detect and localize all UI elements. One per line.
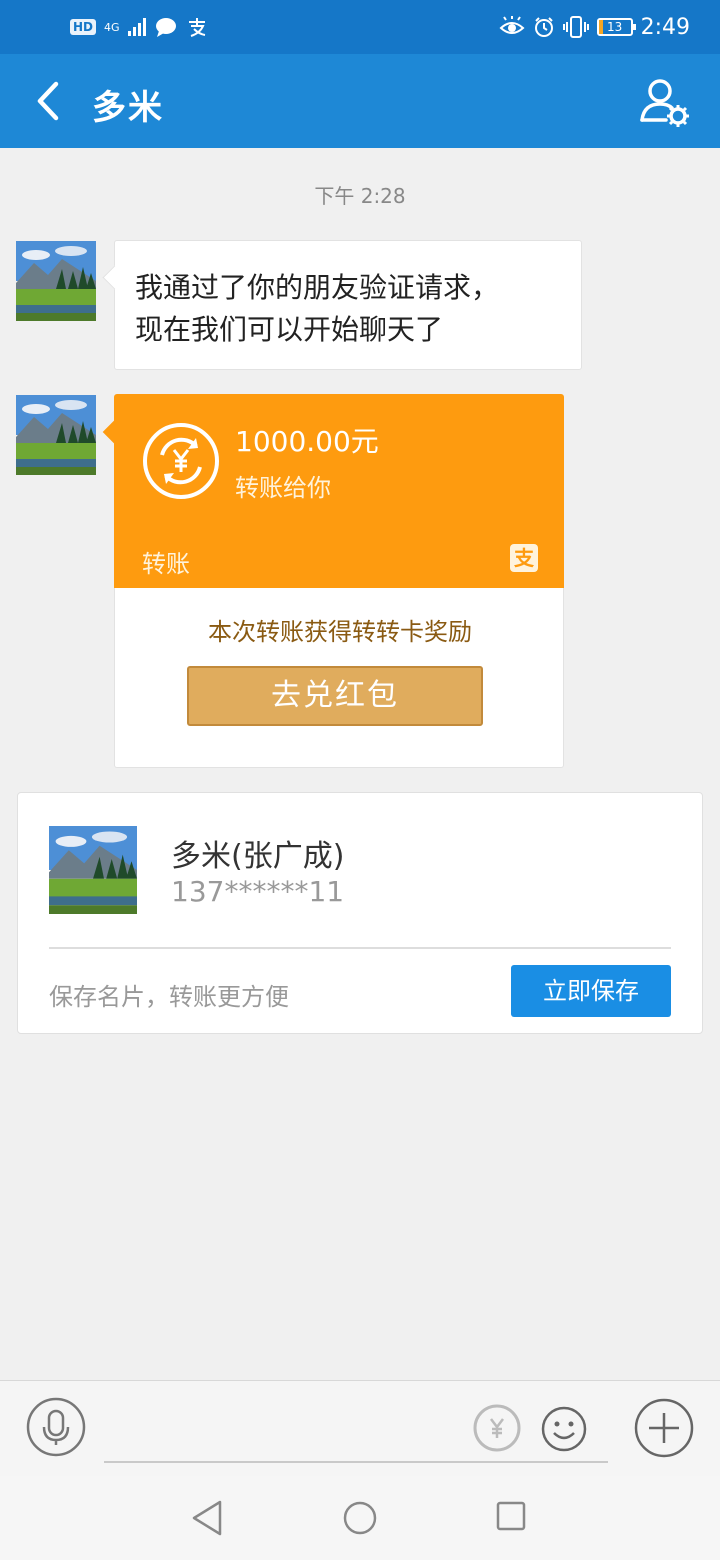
emoji-button[interactable] bbox=[540, 1405, 588, 1453]
status-time: 2:49 bbox=[640, 14, 690, 40]
transfer-type-label: 转账 bbox=[142, 550, 190, 578]
transfer-summary[interactable]: 1000.00元 转账给你 转账 支 bbox=[114, 394, 564, 588]
contact-phone: 137******11 bbox=[171, 875, 345, 908]
chat-timestamp: 下午 2:28 bbox=[314, 184, 406, 208]
message-notification-icon bbox=[155, 18, 176, 37]
triangle-back-icon bbox=[192, 1500, 222, 1536]
chat-title: 多米 bbox=[92, 88, 164, 128]
alarm-icon bbox=[534, 17, 553, 37]
nav-home-button[interactable] bbox=[342, 1500, 378, 1536]
status-right-icons: 13 2:49 bbox=[499, 10, 690, 44]
contact-avatar[interactable] bbox=[16, 395, 96, 475]
circle-home-icon bbox=[343, 1501, 377, 1535]
contact-name: 多米(张广成) bbox=[171, 839, 345, 874]
save-contact-button[interactable]: 立即保存 bbox=[511, 965, 671, 1017]
signal-icon bbox=[127, 18, 146, 36]
divider bbox=[49, 947, 671, 949]
landscape-avatar-image bbox=[16, 241, 96, 321]
save-hint-text: 保存名片，转账更方便 bbox=[49, 983, 289, 1011]
message-input[interactable] bbox=[104, 1461, 608, 1463]
vibrate-icon bbox=[562, 16, 589, 38]
battery-level: 13 bbox=[606, 20, 623, 34]
transfer-reward-panel: 本次转账获得转转卡奖励 去兑红包 bbox=[114, 588, 564, 768]
message-line: 我通过了你的朋友验证请求， bbox=[135, 271, 500, 304]
nav-recents-button[interactable] bbox=[495, 1500, 527, 1532]
contact-save-card: 多米(张广成) 137******11 保存名片，转账更方便 立即保存 bbox=[17, 792, 703, 1034]
smiley-icon bbox=[541, 1406, 587, 1452]
redeem-red-packet-button[interactable]: 去兑红包 bbox=[187, 666, 483, 726]
system-nav-bar bbox=[0, 1476, 720, 1560]
voice-input-button[interactable] bbox=[26, 1397, 86, 1457]
contact-settings-button[interactable] bbox=[636, 74, 694, 132]
reward-text: 本次转账获得转转卡奖励 bbox=[208, 618, 472, 646]
plus-circle-icon bbox=[634, 1398, 694, 1458]
battery-icon: 13 bbox=[596, 18, 636, 36]
landscape-avatar-image bbox=[16, 395, 96, 475]
square-recents-icon bbox=[496, 1501, 526, 1531]
contact-card-avatar[interactable] bbox=[49, 826, 137, 914]
contact-avatar[interactable] bbox=[16, 241, 96, 321]
transfer-shortcut-button[interactable] bbox=[472, 1403, 522, 1453]
eye-comfort-icon bbox=[499, 16, 525, 34]
network-type-label: 4G bbox=[104, 20, 120, 34]
back-button[interactable] bbox=[22, 74, 76, 128]
status-left-icons: HD 4G bbox=[70, 12, 208, 42]
nav-back-button[interactable] bbox=[190, 1498, 226, 1538]
chat-header: 多米 bbox=[0, 54, 720, 148]
microphone-icon bbox=[26, 1397, 86, 1457]
text-message-bubble[interactable]: 我通过了你的朋友验证请求， 现在我们可以开始聊天了 bbox=[114, 240, 582, 370]
transfer-description: 转账给你 bbox=[235, 474, 331, 502]
hd-icon: HD bbox=[70, 19, 97, 35]
chevron-left-icon bbox=[37, 81, 59, 121]
yuan-transfer-icon bbox=[142, 422, 220, 500]
yuan-transfer-icon bbox=[473, 1404, 521, 1452]
message-line: 现在我们可以开始聊天了 bbox=[135, 313, 444, 346]
message-input-bar bbox=[0, 1380, 720, 1477]
status-bar: HD 4G 13 2:49 bbox=[0, 0, 720, 54]
alipay-icon: 支 bbox=[510, 544, 538, 572]
more-options-button[interactable] bbox=[633, 1397, 695, 1459]
user-settings-icon bbox=[640, 79, 689, 127]
alipay-notification-icon bbox=[188, 18, 205, 37]
transfer-amount: 1000.00元 bbox=[235, 425, 379, 458]
landscape-avatar-image bbox=[49, 826, 137, 914]
transfer-message-card[interactable]: 1000.00元 转账给你 转账 支 本次转账获得转转卡奖励 去兑红包 bbox=[114, 394, 564, 768]
